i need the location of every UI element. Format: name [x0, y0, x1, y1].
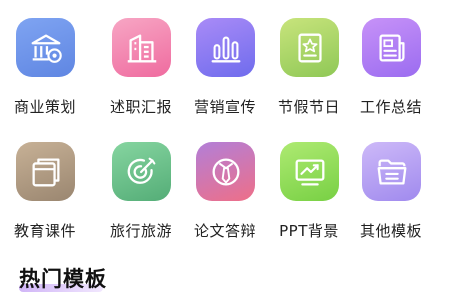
category-label: PPT背景 — [279, 222, 339, 240]
presentation-chart-icon — [280, 142, 339, 201]
category-label: 节假节日 — [277, 98, 340, 116]
category-label: 论文答辩 — [193, 222, 256, 240]
category-row-2: 教育课件 旅行旅游 论文答辩 PPT背景 其他模板 — [0, 142, 450, 252]
category-item-ppt-background[interactable]: PPT背景 — [266, 142, 352, 252]
building-coin-icon — [16, 18, 75, 77]
category-item-holidays[interactable]: 节假节日 — [266, 18, 352, 128]
folder-icon — [362, 142, 421, 201]
category-item-work-summary[interactable]: 工作总结 — [348, 18, 434, 128]
target-icon — [112, 142, 171, 201]
category-item-travel[interactable]: 旅行旅游 — [98, 142, 184, 252]
tie-icon — [196, 142, 255, 201]
category-label: 商业策划 — [13, 98, 76, 116]
category-item-thesis-defense[interactable]: 论文答辩 — [182, 142, 268, 252]
star-document-icon — [280, 18, 339, 77]
category-item-education[interactable]: 教育课件 — [2, 142, 88, 252]
bar-chart-icon — [196, 18, 255, 77]
category-item-marketing[interactable]: 营销宣传 — [182, 18, 268, 128]
category-label: 工作总结 — [359, 98, 422, 116]
category-label: 旅行旅游 — [109, 222, 172, 240]
category-row-1: 商业策划 述职汇报 营销宣传 节假节日 工作总结 — [0, 18, 450, 128]
section-title: 热门模板 — [19, 263, 107, 293]
newspaper-icon — [362, 18, 421, 77]
category-item-work-report[interactable]: 述职汇报 — [98, 18, 184, 128]
category-label: 述职汇报 — [109, 98, 172, 116]
documents-icon — [16, 142, 75, 201]
category-item-business-plan[interactable]: 商业策划 — [2, 18, 88, 128]
office-building-icon — [112, 18, 171, 77]
category-label: 其他模板 — [359, 222, 422, 240]
category-item-other-templates[interactable]: 其他模板 — [348, 142, 434, 252]
category-label: 营销宣传 — [193, 98, 256, 116]
category-label: 教育课件 — [13, 222, 76, 240]
